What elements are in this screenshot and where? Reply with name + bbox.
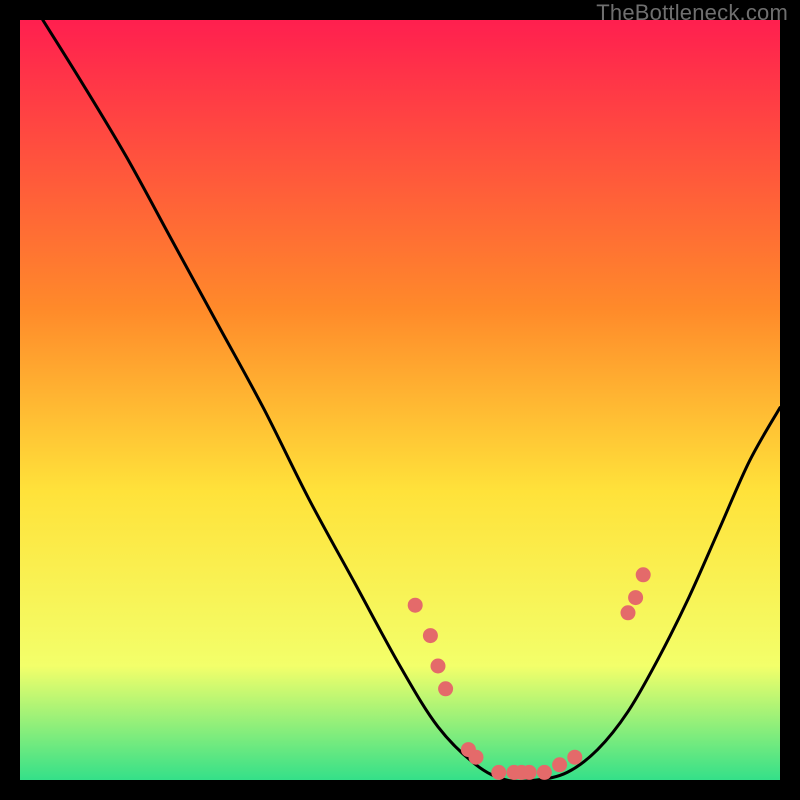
data-marker [491, 765, 506, 780]
data-marker [423, 628, 438, 643]
data-marker [438, 681, 453, 696]
data-marker [522, 765, 537, 780]
data-marker [408, 598, 423, 613]
data-marker [431, 659, 446, 674]
data-marker [567, 750, 582, 765]
data-marker [621, 605, 636, 620]
data-marker [537, 765, 552, 780]
data-marker [469, 750, 484, 765]
data-marker [628, 590, 643, 605]
watermark-text: TheBottleneck.com [596, 0, 788, 26]
bottleneck-chart [20, 20, 780, 780]
data-marker [636, 567, 651, 582]
data-marker [552, 757, 567, 772]
